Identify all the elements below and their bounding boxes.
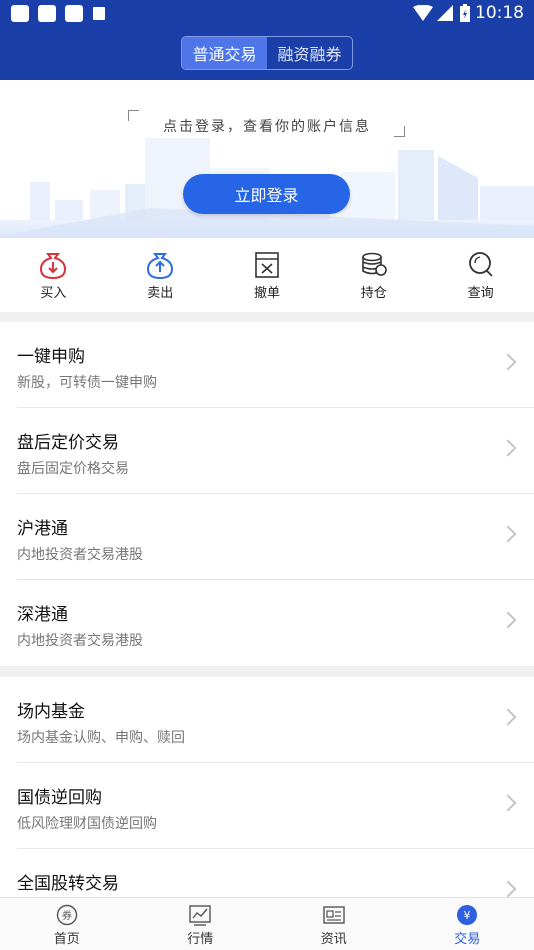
- clock: 10:18: [475, 3, 524, 23]
- chevron-right-icon: [499, 353, 517, 371]
- tab-margin-trade[interactable]: 融资融券: [267, 37, 352, 69]
- trade-list-group: 一键申购 新股，可转债一键申购 盘后定价交易 盘后固定价格交易 沪港通 内地投资…: [0, 322, 534, 666]
- notification-icon: [38, 5, 56, 22]
- chart-icon: [189, 905, 211, 926]
- nav-trade[interactable]: ¥ 交易: [401, 898, 534, 950]
- coupon-icon: 券: [56, 904, 77, 926]
- quick-action-label: 撤单: [253, 286, 280, 301]
- list-item-subtitle: 低风险理财国债逆回购: [17, 816, 157, 832]
- wifi-icon: [413, 5, 433, 21]
- search-icon: [468, 252, 493, 277]
- quick-action-positions[interactable]: 持仓: [320, 238, 427, 312]
- quick-action-sell[interactable]: 卖出: [107, 238, 214, 312]
- battery-icon: [460, 4, 470, 22]
- list-item-subtitle: 内地投资者交易港股: [17, 633, 143, 649]
- chevron-right-icon: [499, 439, 517, 457]
- list-item-exchange-fund[interactable]: 场内基金 场内基金认购、申购、赎回: [0, 677, 534, 763]
- list-item-title: 沪港通: [17, 519, 68, 539]
- coins-stack-icon: [361, 252, 387, 276]
- quick-action-label: 持仓: [360, 286, 387, 301]
- news-icon: [323, 906, 345, 924]
- trade-type-segment: 普通交易 融资融券: [181, 36, 353, 70]
- list-item-title: 场内基金: [17, 702, 85, 722]
- quick-action-buy[interactable]: 买入: [0, 238, 107, 312]
- a-icon: [93, 7, 105, 20]
- nav-label: 行情: [187, 932, 214, 947]
- list-item-subtitle: 场内基金认购、申购、赎回: [17, 730, 185, 746]
- notification-icon: [65, 5, 83, 22]
- nav-label: 交易: [454, 932, 481, 947]
- header: 普通交易 融资融券: [0, 26, 534, 80]
- notification-icon: [11, 5, 29, 22]
- quick-action-cancel-order[interactable]: 撤单: [214, 238, 321, 312]
- list-item-after-hours[interactable]: 盘后定价交易 盘后固定价格交易: [0, 408, 534, 494]
- list-item-title: 深港通: [17, 605, 68, 625]
- quick-action-query[interactable]: 查询: [427, 238, 534, 312]
- quick-actions: 买入 卖出 撤单 持仓 查询: [0, 238, 534, 312]
- list-item-title: 全国股转交易: [17, 874, 119, 894]
- chevron-right-icon: [499, 794, 517, 812]
- yen-icon: ¥: [457, 905, 478, 925]
- quick-action-label: 买入: [40, 286, 67, 301]
- nav-news[interactable]: 资讯: [267, 898, 401, 950]
- nav-label: 首页: [53, 932, 80, 947]
- cancel-order-icon: [255, 252, 279, 278]
- login-button[interactable]: 立即登录: [183, 174, 350, 214]
- buy-down-arrow-icon: [40, 253, 67, 280]
- list-item-shanghai-hk-connect[interactable]: 沪港通 内地投资者交易港股: [0, 494, 534, 580]
- nav-home[interactable]: 券 首页: [0, 898, 134, 950]
- login-hint[interactable]: 点击登录，查看你的账户信息: [0, 116, 534, 136]
- status-bar: 10:18: [0, 0, 534, 26]
- list-item-neeq-trade[interactable]: 全国股转交易: [0, 849, 534, 897]
- list-item-title: 国债逆回购: [17, 788, 102, 808]
- list-item-title: 盘后定价交易: [17, 433, 119, 453]
- login-banner: 点击登录，查看你的账户信息 立即登录: [0, 80, 534, 238]
- list-item-ipo-subscribe[interactable]: 一键申购 新股，可转债一键申购: [0, 322, 534, 408]
- quick-action-label: 查询: [467, 286, 494, 301]
- sell-up-arrow-icon: [147, 253, 174, 280]
- svg-text:券: 券: [62, 909, 72, 922]
- chevron-right-icon: [499, 525, 517, 543]
- list-item-subtitle: 盘后固定价格交易: [17, 461, 129, 477]
- nav-label: 资讯: [320, 932, 347, 947]
- tab-normal-trade[interactable]: 普通交易: [182, 37, 267, 69]
- bottom-nav: 券 首页 行情 资讯 ¥ 交易: [0, 897, 534, 950]
- list-item-shenzhen-hk-connect[interactable]: 深港通 内地投资者交易港股: [0, 580, 534, 666]
- signal-icon: [437, 5, 453, 21]
- chevron-right-icon: [499, 880, 517, 897]
- svg-text:¥: ¥: [464, 909, 471, 922]
- list-item-subtitle: 内地投资者交易港股: [17, 547, 143, 563]
- chevron-right-icon: [499, 611, 517, 629]
- list-item-subtitle: 新股，可转债一键申购: [17, 375, 157, 391]
- list-item-reverse-repo[interactable]: 国债逆回购 低风险理财国债逆回购: [0, 763, 534, 849]
- chevron-right-icon: [499, 708, 517, 726]
- list-item-title: 一键申购: [17, 347, 85, 367]
- quick-action-label: 卖出: [147, 286, 174, 301]
- nav-market[interactable]: 行情: [134, 898, 268, 950]
- trade-list-group: 场内基金 场内基金认购、申购、赎回 国债逆回购 低风险理财国债逆回购 全国股转交…: [0, 677, 534, 897]
